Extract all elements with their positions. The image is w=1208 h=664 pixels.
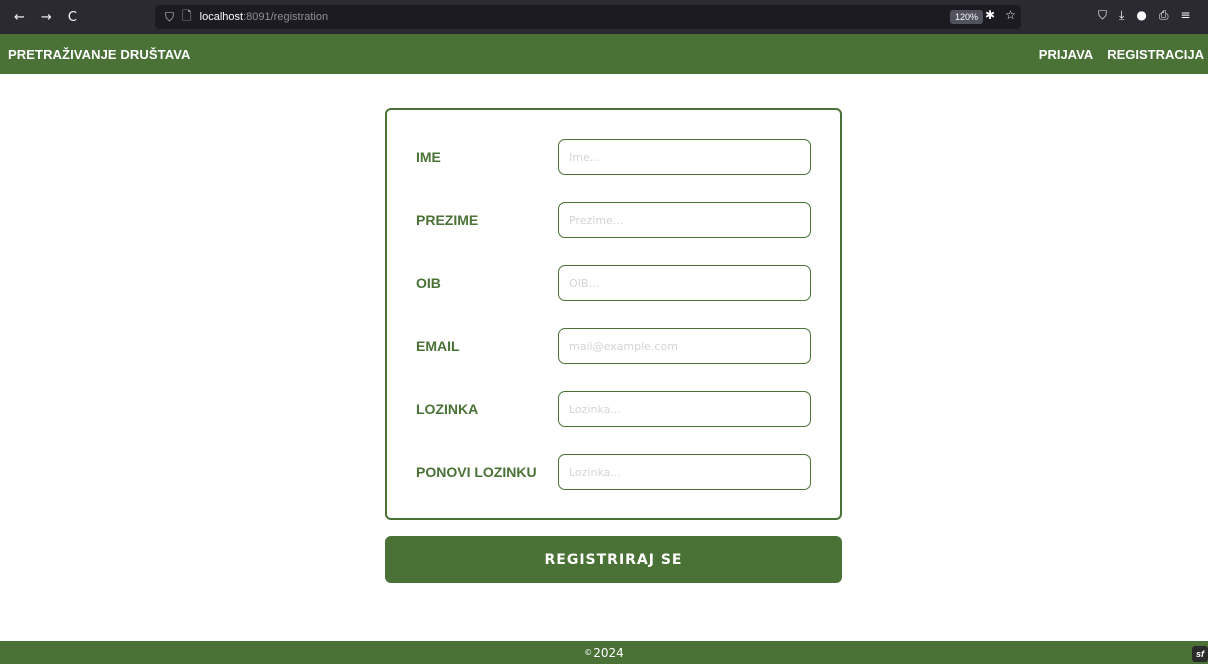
bug-icon[interactable]: ✱	[985, 8, 995, 22]
first-name-input[interactable]	[558, 139, 811, 175]
page-icon: 🗋	[182, 8, 192, 23]
account-icon[interactable]: ●	[1136, 8, 1146, 23]
repeat-password-label: PONOVI LOZINKU	[416, 464, 537, 480]
registration-form: IME PREZIME OIB EMAIL LOZINKA PONOVI LOZ…	[385, 108, 842, 520]
copyright-symbol: ©	[584, 648, 593, 657]
browser-nav: ← → C	[0, 10, 160, 25]
browser-toolbar: ← → C ⛉ 🗋 localhost:8091/registration 12…	[0, 0, 1208, 34]
field-row-repeat-password: PONOVI LOZINKU	[387, 454, 840, 490]
download-icon[interactable]: ⤓	[1119, 8, 1124, 23]
password-label: LOZINKA	[416, 401, 479, 417]
field-row-email: EMAIL	[387, 328, 840, 364]
debug-toolbar-icon[interactable]: sf	[1192, 646, 1208, 662]
nav-link-login[interactable]: PRIJAVA	[1039, 47, 1093, 62]
bookmark-star-icon[interactable]: ☆	[1005, 8, 1016, 22]
first-name-label: IME	[416, 149, 441, 165]
email-input[interactable]	[558, 328, 811, 364]
register-button[interactable]: REGISTRIRAJ SE	[385, 536, 842, 583]
zoom-level[interactable]: 120%	[950, 10, 984, 24]
brand-title[interactable]: PRETRAŽIVANJE DRUŠTAVA	[8, 47, 191, 62]
share-icon[interactable]: ⎙	[1159, 8, 1169, 23]
forward-icon[interactable]: →	[41, 10, 52, 25]
app-header: PRETRAŽIVANJE DRUŠTAVA PRIJAVA REGISTRAC…	[0, 34, 1208, 74]
url-path: :8091/registration	[243, 11, 329, 23]
url-bar[interactable]: ⛉ 🗋 localhost:8091/registration	[155, 5, 1021, 29]
toolbar-tools: ⛉ ⤓ ● ⎙ ≡	[1098, 8, 1190, 23]
back-icon[interactable]: ←	[14, 10, 25, 25]
top-nav: PRIJAVA REGISTRACIJA	[1039, 47, 1204, 62]
field-row-last-name: PREZIME	[387, 202, 840, 238]
nav-link-register[interactable]: REGISTRACIJA	[1107, 47, 1204, 62]
menu-icon[interactable]: ≡	[1180, 8, 1190, 23]
footer-year: 2024	[593, 645, 624, 660]
email-label: EMAIL	[416, 338, 460, 354]
field-row-oib: OIB	[387, 265, 840, 301]
field-row-password: LOZINKA	[387, 391, 840, 427]
last-name-label: PREZIME	[416, 212, 479, 228]
oib-input[interactable]	[558, 265, 811, 301]
repeat-password-input[interactable]	[558, 454, 811, 490]
shield-icon[interactable]: ⛉	[165, 10, 174, 25]
oib-label: OIB	[416, 275, 441, 291]
password-input[interactable]	[558, 391, 811, 427]
url-host: localhost	[199, 11, 244, 23]
last-name-input[interactable]	[558, 202, 811, 238]
reload-icon[interactable]: C	[68, 10, 77, 25]
url-tools: ✱ ☆	[985, 8, 1016, 22]
pocket-icon[interactable]: ⛉	[1098, 8, 1107, 23]
footer: © 2024	[0, 641, 1208, 664]
field-row-first-name: IME	[387, 139, 840, 175]
